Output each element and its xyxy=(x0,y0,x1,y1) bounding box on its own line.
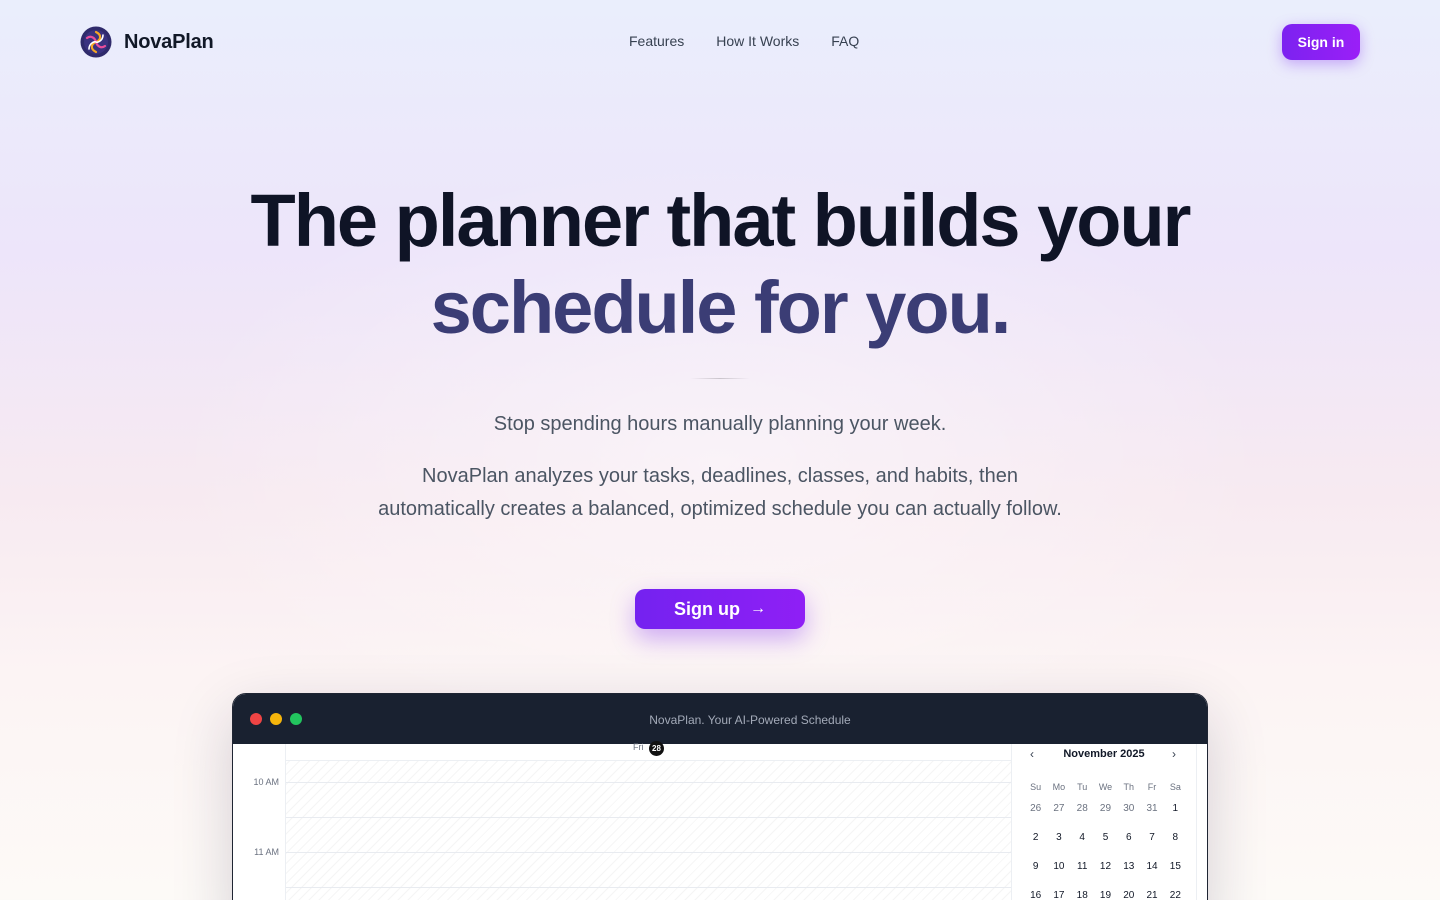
week-row: 16 17 18 19 20 21 22 xyxy=(1024,889,1187,900)
calendar-day[interactable]: 15 xyxy=(1164,860,1187,889)
weekday-label: We xyxy=(1098,782,1113,792)
calendar-header: ‹ November 2025 › xyxy=(1012,747,1196,762)
hour-line xyxy=(286,852,1011,853)
day-number-badge[interactable]: 28 xyxy=(649,741,664,756)
week-row: 2345678 xyxy=(1024,831,1187,860)
nav-link-faq[interactable]: FAQ xyxy=(831,33,859,49)
novaplan-logo-icon xyxy=(80,26,112,58)
calendar-day[interactable]: 13 xyxy=(1117,860,1140,889)
week-row: 26 27 28 29 30 31 1 xyxy=(1024,802,1187,831)
calendar-day[interactable]: 16 xyxy=(1024,889,1047,900)
hero-description: NovaPlan analyzes your tasks, deadlines,… xyxy=(378,465,1062,520)
calendar-day[interactable]: 5 xyxy=(1094,831,1117,860)
calendar-day[interactable]: 30 xyxy=(1117,802,1140,831)
sign-in-button[interactable]: Sign in xyxy=(1282,24,1360,60)
calendar-month: November 2025 xyxy=(1063,748,1145,760)
hour-line xyxy=(286,782,1011,783)
window-title: NovaPlan. Your AI-Powered Schedule xyxy=(649,713,851,727)
calendar-day[interactable]: 2 xyxy=(1024,831,1047,860)
calendar-day[interactable]: 12 xyxy=(1094,860,1117,889)
calendar-day[interactable]: 19 xyxy=(1094,889,1117,900)
calendar-day[interactable]: 14 xyxy=(1140,860,1163,889)
arrow-right-icon: → xyxy=(750,600,766,617)
calendar-day[interactable]: 28 xyxy=(1071,802,1094,831)
weekday-label: Fr xyxy=(1147,782,1157,792)
calendar-day[interactable]: 7 xyxy=(1140,831,1163,860)
calendar-day[interactable]: 8 xyxy=(1164,831,1187,860)
window-titlebar: NovaPlan. Your AI-Powered Schedule xyxy=(233,694,1207,744)
sign-up-label: Sign up xyxy=(674,598,740,619)
brand[interactable]: NovaPlan xyxy=(80,26,214,58)
weekday-row: Su Mo Tu We Th Fr Sa xyxy=(1024,780,1187,802)
hero-title-line-1: The planner that builds your xyxy=(250,179,1192,262)
calendar-day[interactable]: 1 xyxy=(1164,802,1187,831)
calendar-day[interactable]: 21 xyxy=(1140,889,1163,900)
nav-link-how-it-works[interactable]: How It Works xyxy=(716,33,799,49)
day-column[interactable]: Fri 28 xyxy=(286,741,1011,900)
calendar-day[interactable]: 10 xyxy=(1047,860,1070,889)
time-label-11am: 11 AM xyxy=(254,847,279,857)
weekday-label: Su xyxy=(1030,782,1042,792)
hero-divider xyxy=(690,378,750,379)
calendar-day[interactable]: 4 xyxy=(1071,831,1094,860)
hero-subtitle: Stop spending hours manually planning yo… xyxy=(493,413,947,435)
mini-calendar: ‹ November 2025 › Su Mo Tu We Th Fr Sa 26 27 28 29… xyxy=(1011,744,1197,900)
calendar-day[interactable]: 20 xyxy=(1117,889,1140,900)
nav-link-features[interactable]: Features xyxy=(629,33,684,49)
week-row: 9 10 11 12 13 14 15 xyxy=(1024,860,1187,889)
day-name: Fri xyxy=(633,742,644,752)
half-hour-line xyxy=(286,887,1011,888)
weekday-label: Mo xyxy=(1052,782,1066,792)
time-column: 10 AM 11 AM xyxy=(233,744,286,900)
time-label-10am: 10 AM xyxy=(253,777,279,787)
calendar-day[interactable]: 29 xyxy=(1094,802,1117,831)
calendar-day[interactable]: 27 xyxy=(1047,802,1070,831)
calendar-day[interactable]: 6 xyxy=(1117,831,1140,860)
chevron-right-icon[interactable]: › xyxy=(1172,747,1176,761)
calendar-day[interactable]: 17 xyxy=(1047,889,1070,900)
calendar-day[interactable]: 18 xyxy=(1071,889,1094,900)
calendar-day[interactable]: 22 xyxy=(1164,889,1187,900)
top-nav: NovaPlan Features How It Works FAQ Sign … xyxy=(0,0,1440,84)
half-hour-line xyxy=(286,817,1011,818)
app-preview-window: NovaPlan. Your AI-Powered Schedule 10 AM… xyxy=(232,693,1208,900)
nav-links: Features How It Works FAQ xyxy=(629,33,859,49)
weekday-label: Tu xyxy=(1077,782,1088,792)
calendar-day[interactable]: 31 xyxy=(1140,802,1163,831)
weekday-label: Th xyxy=(1123,782,1135,792)
day-header: Fri 28 xyxy=(286,741,1011,761)
hero-title-line-2: schedule for you. xyxy=(430,266,1012,349)
calendar-day[interactable]: 26 xyxy=(1024,802,1047,831)
weekday-label: Sa xyxy=(1169,782,1181,792)
calendar-day[interactable]: 11 xyxy=(1071,860,1094,889)
calendar-grid: Su Mo Tu We Th Fr Sa 26 27 28 29 30 31 1 2 3 4 5 6 7 8 9 10 11 1… xyxy=(1024,780,1187,900)
calendar-day[interactable]: 9 xyxy=(1024,860,1047,889)
calendar-day[interactable]: 3 xyxy=(1047,831,1070,860)
sign-up-button[interactable]: Sign up → xyxy=(635,589,805,629)
brand-name: NovaPlan xyxy=(124,30,214,53)
schedule-body: 10 AM 11 AM Fri 28 ‹ November 2025 › Su M… xyxy=(233,741,1207,900)
